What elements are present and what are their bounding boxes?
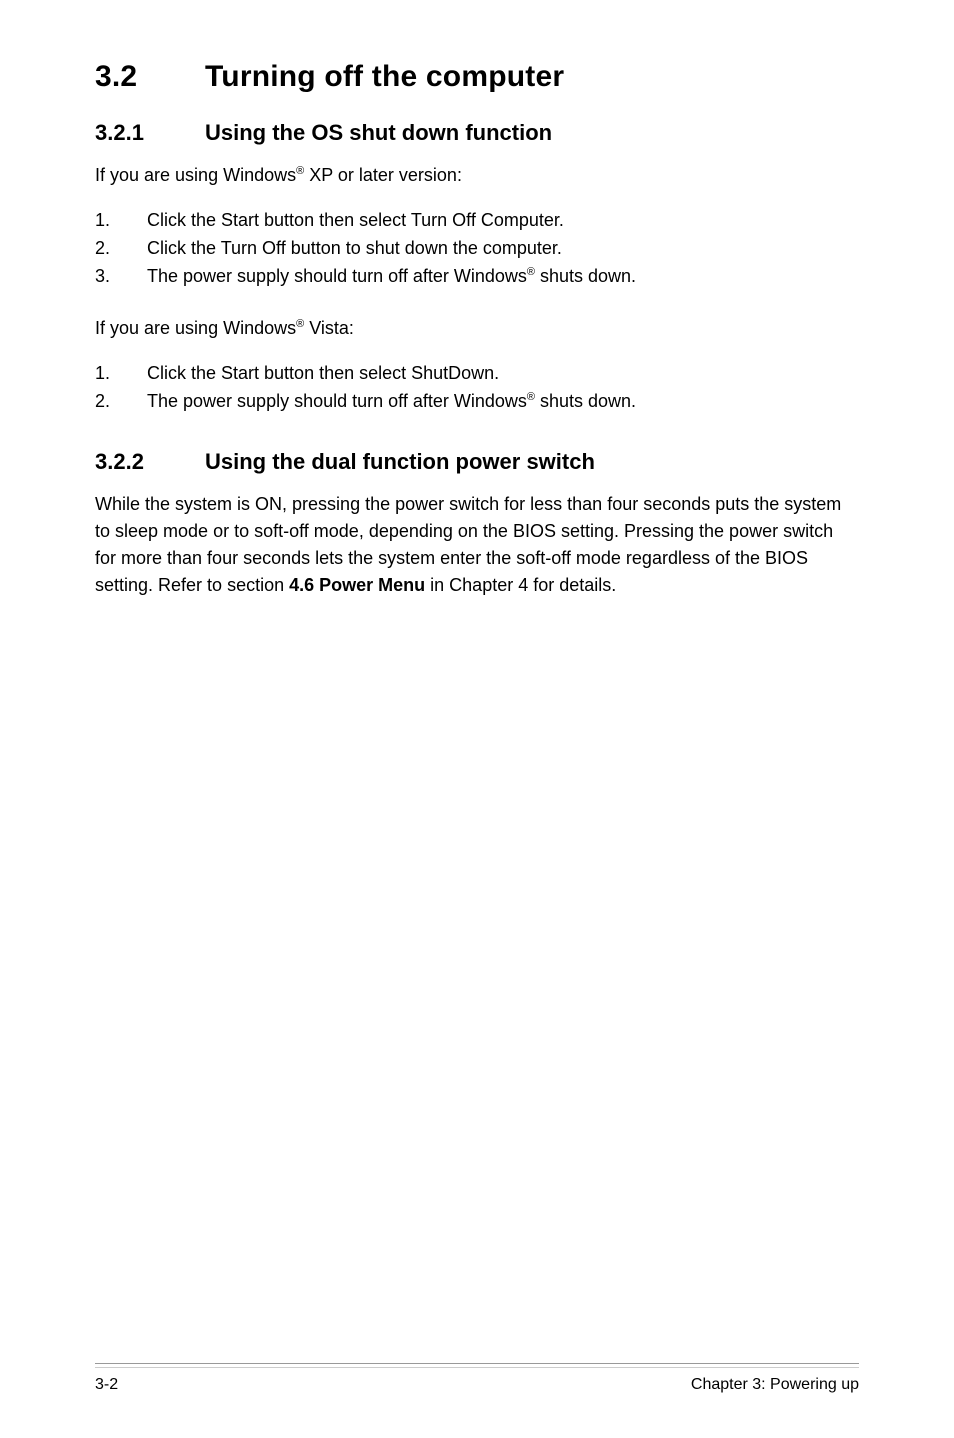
intro-paragraph-vista: If you are using Windows® Vista: [95,315,859,342]
step-number: 2. [95,235,147,263]
subsection-2-number: 3.2.2 [95,449,205,475]
intro-paragraph-xp: If you are using Windows® XP or later ve… [95,162,859,189]
section-title-text: Turning off the computer [205,60,564,93]
list-item: 2. Click the Turn Off button to shut dow… [95,235,859,263]
step-text-pre: The power supply should turn off after W… [147,266,527,286]
list-item: 1. Click the Start button then select Tu… [95,207,859,235]
section-heading: 3.2Turning off the computer [95,60,859,94]
subsection-2-paragraph: While the system is ON, pressing the pow… [95,491,859,599]
registered-mark: ® [296,165,304,177]
intro-vista-pre: If you are using Windows [95,318,296,338]
subsection-2-title-text: Using the dual function power switch [205,449,595,474]
steps-list-vista: 1. Click the Start button then select Sh… [95,360,859,416]
footer-row: 3-2 Chapter 3: Powering up [95,1376,859,1394]
intro-xp-pre: If you are using Windows [95,165,296,185]
list-item: 2. The power supply should turn off afte… [95,388,859,416]
step-number: 1. [95,207,147,235]
subsection-1-number: 3.2.1 [95,120,205,146]
step-text: The power supply should turn off after W… [147,263,859,291]
step-number: 2. [95,388,147,416]
footer-divider [95,1363,859,1364]
list-item: 1. Click the Start button then select Sh… [95,360,859,388]
step-text: The power supply should turn off after W… [147,388,859,416]
subsection-2-heading: 3.2.2Using the dual function power switc… [95,449,859,475]
footer-divider-light [95,1367,859,1368]
registered-mark: ® [527,266,535,278]
registered-mark: ® [527,391,535,403]
section-number: 3.2 [95,60,205,94]
page-footer: 3-2 Chapter 3: Powering up [95,1363,859,1394]
chapter-label: Chapter 3: Powering up [691,1376,859,1394]
registered-mark: ® [296,318,304,330]
step-number: 1. [95,360,147,388]
steps-list-xp: 1. Click the Start button then select Tu… [95,207,859,291]
intro-xp-post: XP or later version: [304,165,462,185]
para-post: in Chapter 4 for details. [425,575,616,595]
step-text-post: shuts down. [535,266,636,286]
para-bold: 4.6 Power Menu [289,575,425,595]
step-text: Click the Start button then select ShutD… [147,360,859,388]
step-text-post: shuts down. [535,391,636,411]
step-text: Click the Start button then select Turn … [147,207,859,235]
step-number: 3. [95,263,147,291]
step-text: Click the Turn Off button to shut down t… [147,235,859,263]
step-text-pre: The power supply should turn off after W… [147,391,527,411]
list-item: 3. The power supply should turn off afte… [95,263,859,291]
intro-vista-post: Vista: [304,318,354,338]
page-number: 3-2 [95,1376,118,1394]
subsection-1-title-text: Using the OS shut down function [205,120,552,145]
subsection-1-heading: 3.2.1Using the OS shut down function [95,120,859,146]
